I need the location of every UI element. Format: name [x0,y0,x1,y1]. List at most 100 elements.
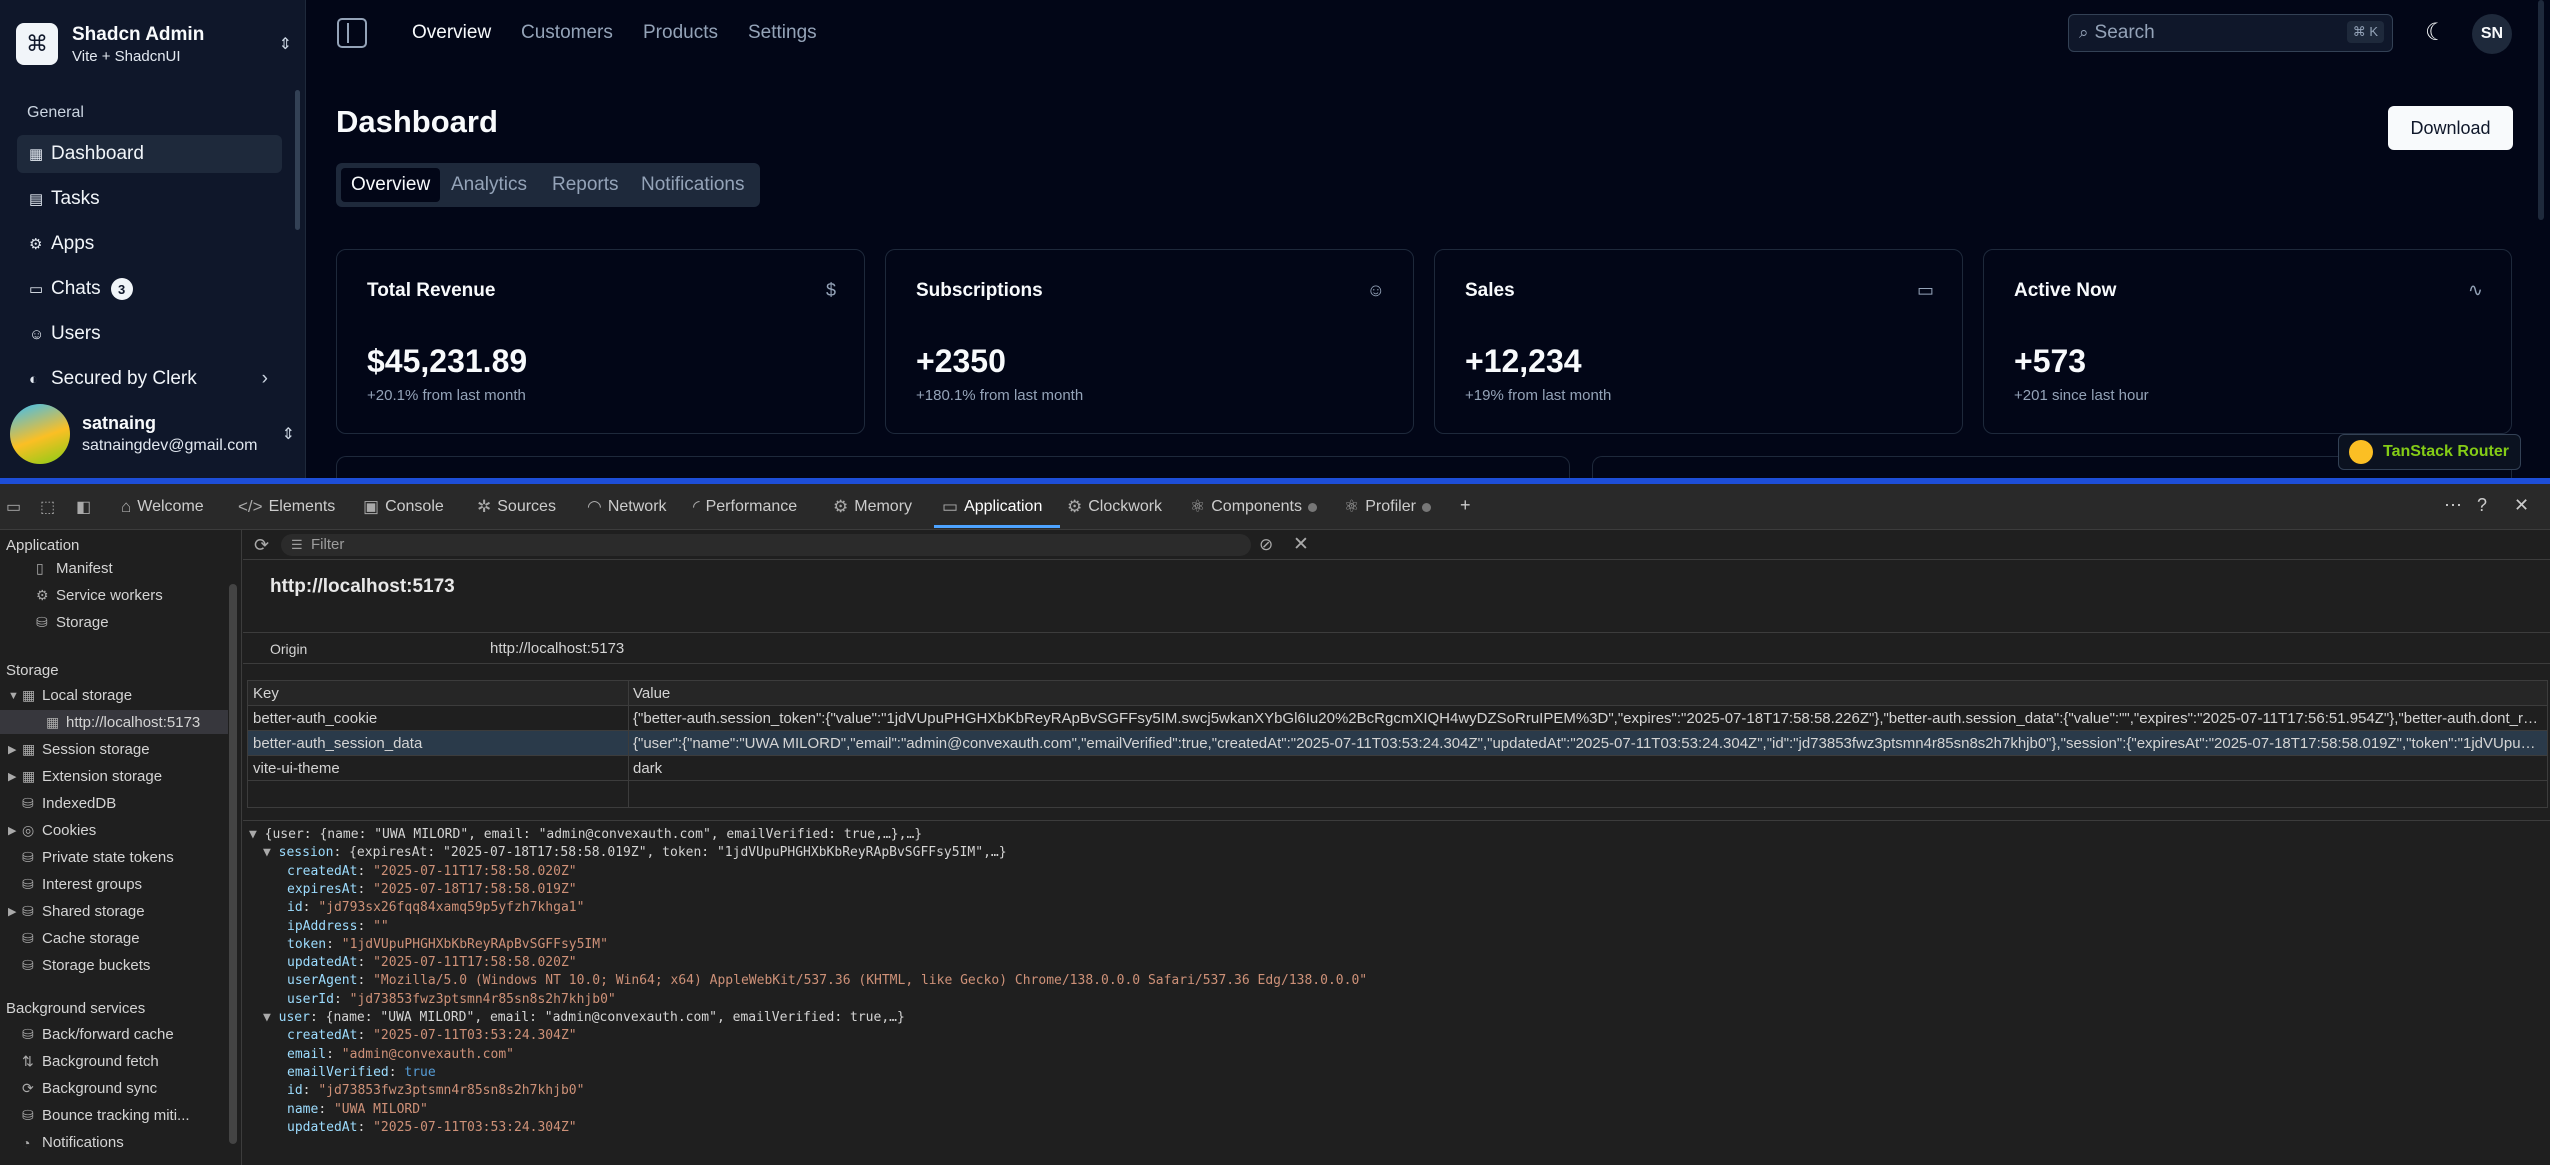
tanstack-logo-icon [2349,440,2373,464]
sidebar-scrollbar[interactable] [295,90,300,230]
refresh-icon[interactable]: ⟳ [254,535,269,556]
collapsed-triangle-icon: ▶ [8,825,17,837]
sources-icon: ✲ [477,497,492,516]
devtools-tab-components[interactable]: ⚛ Components [1190,497,1317,517]
sidebar-item-label: Secured by Clerk [51,368,197,389]
card-value: +573 [2014,343,2087,379]
devtools-tab-memory[interactable]: ⚙ Memory [833,497,912,517]
sidebar-item-chats[interactable]: ▭ Chats 3 [17,270,282,308]
tree-shared-storage[interactable]: ▶ ⛁ Shared storage [8,903,145,920]
sidebar-item-dashboard[interactable]: ▦ Dashboard [17,135,282,173]
theme-toggle-moon-icon[interactable]: ☾ [2425,18,2447,47]
topnav-settings[interactable]: Settings [748,22,817,44]
tree-label: Cache storage [42,930,140,947]
sidebar-group-label: General [27,104,84,121]
devtools-tab-application[interactable]: ▭ Application [942,497,1042,517]
table-row[interactable]: vite-ui-theme dark [248,756,2547,781]
json-property: emailVerified: true [287,1064,436,1080]
tree-storage[interactable]: ⛁ Storage [36,614,109,631]
tree-extension-storage[interactable]: ▶ ▦ Extension storage [8,768,162,785]
sidebar-toggle-button[interactable] [337,18,367,48]
help-icon[interactable]: ? [2477,495,2487,516]
local-storage-table: Key Value better-auth_cookie {"better-au… [247,680,2548,808]
sidebar: ⌘ Shadcn Admin Vite + ShadcnUI ⇕ General… [0,0,306,478]
delete-selected-icon[interactable]: ✕ [1293,533,1309,556]
device-emulation-icon[interactable]: ▭ [6,497,21,517]
tree-manifest[interactable]: ▯ Manifest [36,560,113,577]
tree-private-state-tokens[interactable]: ⛁ Private state tokens [22,849,174,866]
table-row-selected[interactable]: better-auth_session_data {"user":{"name"… [248,731,2547,756]
sidebar-item-apps[interactable]: ⚙ Apps [17,225,282,263]
clear-all-icon[interactable]: ⊘ [1259,535,1273,555]
devtools-tab-elements[interactable]: </> Elements [238,497,335,517]
sidebar-item-users[interactable]: ☺ Users [17,315,282,353]
column-divider[interactable] [628,681,629,807]
profile-avatar[interactable]: SN [2472,14,2512,54]
more-options-icon[interactable]: ⋯ [2444,495,2462,516]
tree-cookies[interactable]: ▶ ◎ Cookies [8,822,96,839]
row-value: {"better-auth.session_token":{"value":"1… [633,710,2543,727]
add-tab-icon[interactable]: + [1460,495,1471,516]
tree-indexeddb[interactable]: ⛁ IndexedDB [22,795,116,812]
json-key: userId [287,991,334,1007]
tree-background-sync[interactable]: ⟳ Background sync [22,1080,157,1097]
messages-icon: ▭ [29,281,44,298]
close-devtools-icon[interactable]: ✕ [2514,495,2529,516]
team-switcher[interactable]: ⌘ Shadcn Admin Vite + ShadcnUI ⇕ [16,18,292,70]
card-value: +2350 [916,343,1006,379]
topnav-products[interactable]: Products [643,22,718,44]
tree-service-workers[interactable]: ⚙ Service workers [36,587,163,604]
tab-reports[interactable]: Reports [542,168,629,202]
sidebar-scrollbar[interactable] [229,584,237,1144]
page-scrollbar[interactable] [2538,0,2544,220]
column-header-key[interactable]: Key [253,685,623,702]
devtools-tab-sources[interactable]: ✲ Sources [477,497,556,517]
tree-localhost-origin[interactable]: ▦ http://localhost:5173 [0,710,228,734]
column-header-value[interactable]: Value [633,685,2543,702]
origin-row: Origin http://localhost:5173 [243,632,2550,664]
tab-overview[interactable]: Overview [341,168,441,202]
tree-interest-groups[interactable]: ⛁ Interest groups [22,876,142,893]
database-icon: ⛁ [22,795,34,811]
tree-label: Background sync [42,1080,158,1097]
filter-input[interactable]: ☰ Filter [281,534,1251,556]
devtools-tab-performance[interactable]: ◜ Performance [693,497,797,517]
topnav-customers[interactable]: Customers [521,22,613,44]
topnav-overview[interactable]: Overview [412,22,491,44]
search-input[interactable]: ⌕ Search ⌘ K [2068,14,2393,52]
devtools-tab-console[interactable]: ▣ Console [363,497,444,517]
database-icon: ⛁ [22,876,34,892]
devtools-tab-profiler[interactable]: ⚛ Profiler [1344,497,1431,517]
tree-notifications[interactable]: ◔ Notifications [22,1134,124,1151]
download-button[interactable]: Download [2388,106,2513,150]
table-icon: ▦ [22,687,36,703]
json-tree-node[interactable]: ▼ user: {name: "UWA MILORD", email: "adm… [263,1010,905,1025]
dock-side-icon[interactable]: ◧ [76,497,91,517]
tree-background-fetch[interactable]: ⇅ Background fetch [22,1053,159,1070]
tree-session-storage[interactable]: ▶ ▦ Session storage [8,741,150,758]
json-key: email [287,1046,327,1062]
sidebar-item-clerk[interactable]: ◐ Secured by Clerk › [17,360,282,398]
json-summary: {user: {name: "UWA MILORD", email: "admi… [264,827,923,842]
tree-cache-storage[interactable]: ⛁ Cache storage [22,930,140,947]
storage-toolbar: ⟳ ☰ Filter ⊘ ✕ [243,530,2550,560]
tab-notifications[interactable]: Notifications [631,168,755,202]
tree-local-storage[interactable]: ▼ ▦ Local storage [8,687,132,704]
user-menu[interactable]: satnaing satnaingdev@gmail.com ⇕ [10,402,295,466]
tree-bounce-tracking[interactable]: ⛁ Bounce tracking miti... [22,1107,190,1124]
tree-back-forward-cache[interactable]: ⛁ Back/forward cache [22,1026,174,1043]
tree-storage-buckets[interactable]: ⛁ Storage buckets [22,957,150,974]
tab-label: Network [607,498,667,515]
sidebar-item-tasks[interactable]: ▤ Tasks [17,180,282,218]
json-tree-node[interactable]: ▼ {user: {name: "UWA MILORD", email: "ad… [249,827,922,842]
table-row[interactable]: better-auth_cookie {"better-auth.session… [248,706,2547,731]
json-tree-node[interactable]: ▼ session: {expiresAt: "2025-07-18T17:58… [263,845,1007,860]
devtools-tab-network[interactable]: ◠ Network [587,497,667,517]
sync-icon: ⟳ [22,1080,34,1096]
card-subtext: +19% from last month [1465,387,1612,404]
inspect-element-icon[interactable]: ⬚ [40,497,55,517]
devtools-tab-welcome[interactable]: ⌂ Welcome [121,497,204,517]
devtools-tab-clockwork[interactable]: ⚙ Clockwork [1067,497,1162,517]
tab-analytics[interactable]: Analytics [441,168,537,202]
tanstack-router-devtools-button[interactable]: TanStack Router [2338,434,2521,470]
